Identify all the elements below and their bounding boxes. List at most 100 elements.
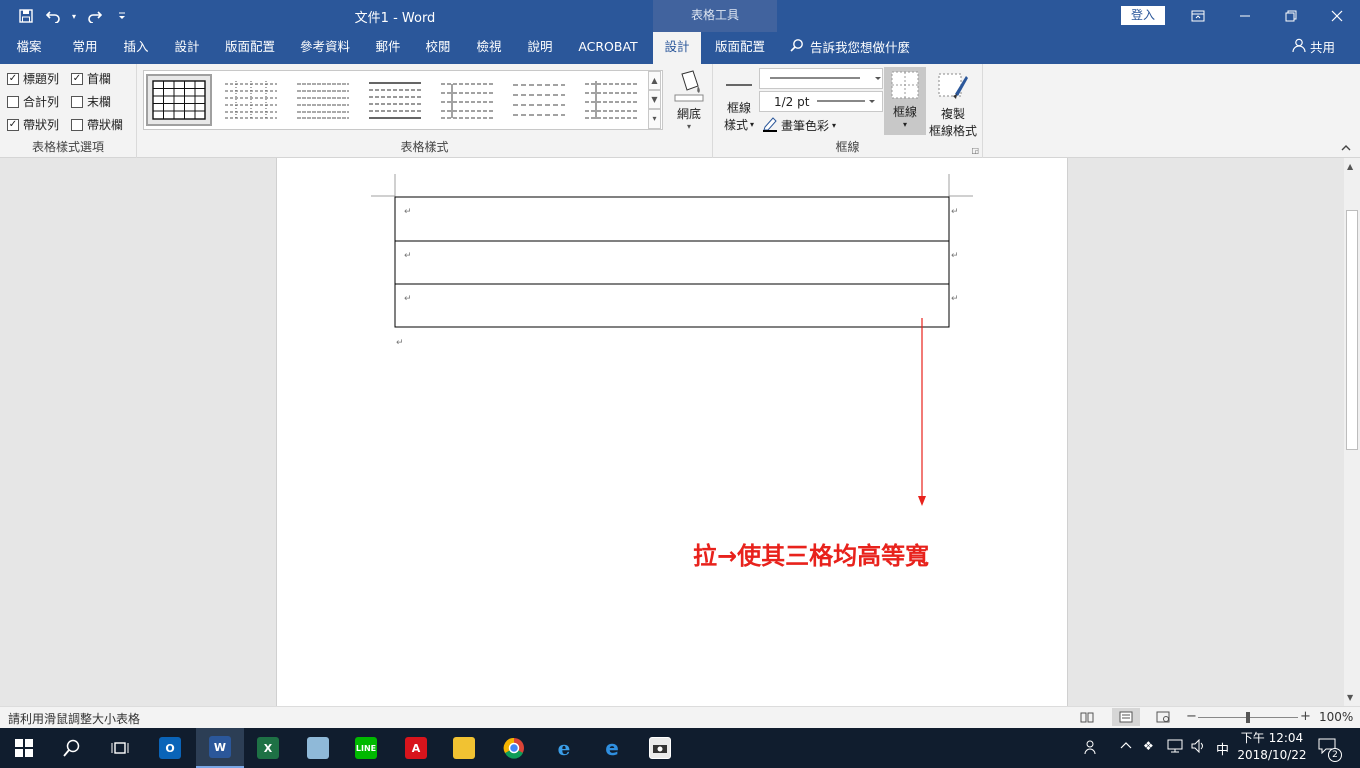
notification-count-badge: 2 bbox=[1328, 748, 1342, 762]
clock[interactable]: 下午 12:04 2018/10/22 bbox=[1234, 730, 1310, 764]
save-icon[interactable] bbox=[14, 6, 38, 26]
table[interactable] bbox=[394, 196, 950, 328]
taskbar-camera[interactable] bbox=[636, 728, 684, 768]
web-layout-icon[interactable] bbox=[1156, 711, 1170, 726]
borders-button[interactable]: 框線 ▾ bbox=[884, 67, 926, 135]
restore-icon[interactable] bbox=[1268, 0, 1314, 32]
share-button[interactable]: 共用 bbox=[1292, 32, 1335, 64]
ime-indicator[interactable]: 中 bbox=[1216, 739, 1229, 758]
zoom-out-icon[interactable]: − bbox=[1186, 709, 1197, 724]
status-bar: 請利用滑鼠調整大小表格 − + 100% bbox=[0, 706, 1360, 728]
undo-icon[interactable] bbox=[42, 6, 66, 26]
first-column-checkbox[interactable]: ✓ 首欄 bbox=[71, 70, 111, 87]
signin-button[interactable]: 登入 bbox=[1121, 6, 1165, 25]
tab-mailings[interactable]: 郵件 bbox=[366, 32, 410, 64]
page[interactable]: ↵ ↵ ↵ ↵ ↵ ↵ ↵ bbox=[276, 158, 1068, 706]
tab-file[interactable]: 檔案 bbox=[4, 32, 54, 64]
border-styles-button[interactable]: 框線 樣式 ▾ bbox=[719, 74, 759, 133]
zoom-slider-thumb[interactable] bbox=[1246, 712, 1250, 723]
table-style-plain-5[interactable] bbox=[506, 74, 572, 126]
line-style-combo[interactable] bbox=[759, 68, 883, 89]
banded-columns-checkbox[interactable]: 帶狀欄 bbox=[71, 116, 123, 133]
pen-color-label: 畫筆色彩 bbox=[781, 119, 830, 133]
table-style-plain-6[interactable] bbox=[578, 74, 644, 126]
tell-me-box[interactable]: 告訴我您想做什麼 bbox=[790, 32, 910, 64]
taskbar-word[interactable]: W bbox=[196, 728, 244, 768]
border-painter-icon bbox=[937, 70, 969, 105]
taskbar-chrome[interactable] bbox=[490, 728, 538, 768]
tab-insert[interactable]: 插入 bbox=[111, 32, 161, 64]
zoom-in-icon[interactable]: + bbox=[1300, 709, 1311, 724]
scroll-down-icon[interactable]: ▼ bbox=[1347, 693, 1353, 702]
group-label: 框線 bbox=[835, 140, 860, 154]
gallery-scroll-up-icon[interactable]: ▲ bbox=[648, 71, 661, 90]
table-style-plain-4[interactable] bbox=[434, 74, 500, 126]
tab-references[interactable]: 參考資料 bbox=[292, 32, 358, 64]
close-icon[interactable] bbox=[1314, 0, 1360, 32]
gallery-more-icon[interactable]: ▾ bbox=[648, 109, 661, 129]
tab-home[interactable]: 常用 bbox=[60, 32, 110, 64]
scroll-up-icon[interactable]: ▲ bbox=[1347, 162, 1353, 171]
banded-rows-checkbox[interactable]: ✓ 帶狀列 bbox=[7, 116, 59, 133]
chevron-down-icon: ▾ bbox=[750, 120, 755, 129]
zoom-slider[interactable] bbox=[1198, 712, 1298, 723]
table-style-plain-1[interactable] bbox=[218, 74, 284, 126]
tab-table-layout[interactable]: 版面配置 bbox=[706, 32, 774, 64]
taskbar-outlook[interactable]: O bbox=[146, 728, 194, 768]
tab-layout[interactable]: 版面配置 bbox=[218, 32, 282, 64]
start-button[interactable] bbox=[0, 728, 48, 768]
vertical-scrollbar[interactable]: ▲ ▼ bbox=[1344, 158, 1360, 706]
red-arrow-head bbox=[918, 496, 926, 506]
gallery-scroll-down-icon[interactable]: ▼ bbox=[648, 90, 661, 109]
scroll-thumb[interactable] bbox=[1346, 210, 1358, 450]
zoom-level[interactable]: 100% bbox=[1319, 710, 1353, 724]
table-style-grid[interactable] bbox=[146, 74, 212, 126]
taskbar-avira[interactable]: A bbox=[392, 728, 440, 768]
line-weight-combo[interactable]: 1/2 pt bbox=[759, 91, 883, 112]
task-view-button[interactable] bbox=[96, 728, 144, 768]
network-icon[interactable] bbox=[1167, 739, 1183, 756]
undo-dropdown-icon[interactable]: ▾ bbox=[70, 6, 78, 26]
chevron-up-icon[interactable] bbox=[1120, 740, 1132, 755]
taskbar-ie[interactable]: e bbox=[540, 728, 588, 768]
share-label: 共用 bbox=[1310, 40, 1336, 55]
checkbox-checked-icon: ✓ bbox=[7, 72, 19, 85]
volume-icon[interactable] bbox=[1191, 738, 1207, 756]
dialog-launcher-icon[interactable]: ◲ bbox=[971, 146, 979, 155]
taskbar-excel[interactable]: X bbox=[244, 728, 292, 768]
customize-qat-icon[interactable] bbox=[110, 6, 134, 26]
collapse-ribbon-icon[interactable] bbox=[1340, 142, 1352, 154]
tab-help[interactable]: 說明 bbox=[518, 32, 562, 64]
taskbar-edge[interactable]: e bbox=[588, 728, 636, 768]
taskbar-line[interactable]: LINE bbox=[342, 728, 390, 768]
row-end-mark-icon: ↵ bbox=[951, 251, 959, 261]
tab-acrobat[interactable]: ACROBAT bbox=[570, 32, 646, 64]
header-row-checkbox[interactable]: ✓ 標題列 bbox=[7, 70, 59, 87]
ribbon-display-options-icon[interactable] bbox=[1175, 0, 1221, 32]
last-column-checkbox[interactable]: 末欄 bbox=[71, 93, 111, 110]
people-icon[interactable] bbox=[1084, 739, 1100, 758]
border-painter-button[interactable]: 複製 框線格式 bbox=[927, 70, 979, 139]
shading-button[interactable]: 網底 ▾ bbox=[669, 68, 709, 131]
total-row-checkbox[interactable]: 合計列 bbox=[7, 93, 59, 110]
tab-table-design[interactable]: 設計 bbox=[653, 32, 701, 64]
tab-design[interactable]: 設計 bbox=[162, 32, 212, 64]
table-style-plain-2[interactable] bbox=[290, 74, 356, 126]
pen-color-button[interactable]: 畫筆色彩 ▾ bbox=[762, 116, 836, 135]
minimize-icon[interactable] bbox=[1222, 0, 1268, 32]
table-style-plain-3[interactable] bbox=[362, 74, 428, 126]
last-column-label: 末欄 bbox=[87, 95, 112, 109]
print-layout-icon[interactable] bbox=[1112, 708, 1140, 726]
clock-time: 下午 12:04 bbox=[1240, 731, 1304, 745]
redo-icon[interactable] bbox=[82, 6, 106, 26]
taskbar-notepad[interactable] bbox=[294, 728, 342, 768]
annotation-text: 拉→使其三格均高等寬 bbox=[693, 542, 930, 570]
read-mode-icon[interactable] bbox=[1080, 711, 1094, 726]
dropbox-icon[interactable]: ❖ bbox=[1143, 739, 1154, 753]
taskbar-file-explorer[interactable] bbox=[440, 728, 488, 768]
total-row-label: 合計列 bbox=[23, 95, 60, 109]
tab-review[interactable]: 校閱 bbox=[416, 32, 460, 64]
table-styles-gallery: ▲ ▼ ▾ bbox=[143, 70, 663, 130]
search-button[interactable] bbox=[48, 728, 96, 768]
tab-view[interactable]: 檢視 bbox=[467, 32, 511, 64]
